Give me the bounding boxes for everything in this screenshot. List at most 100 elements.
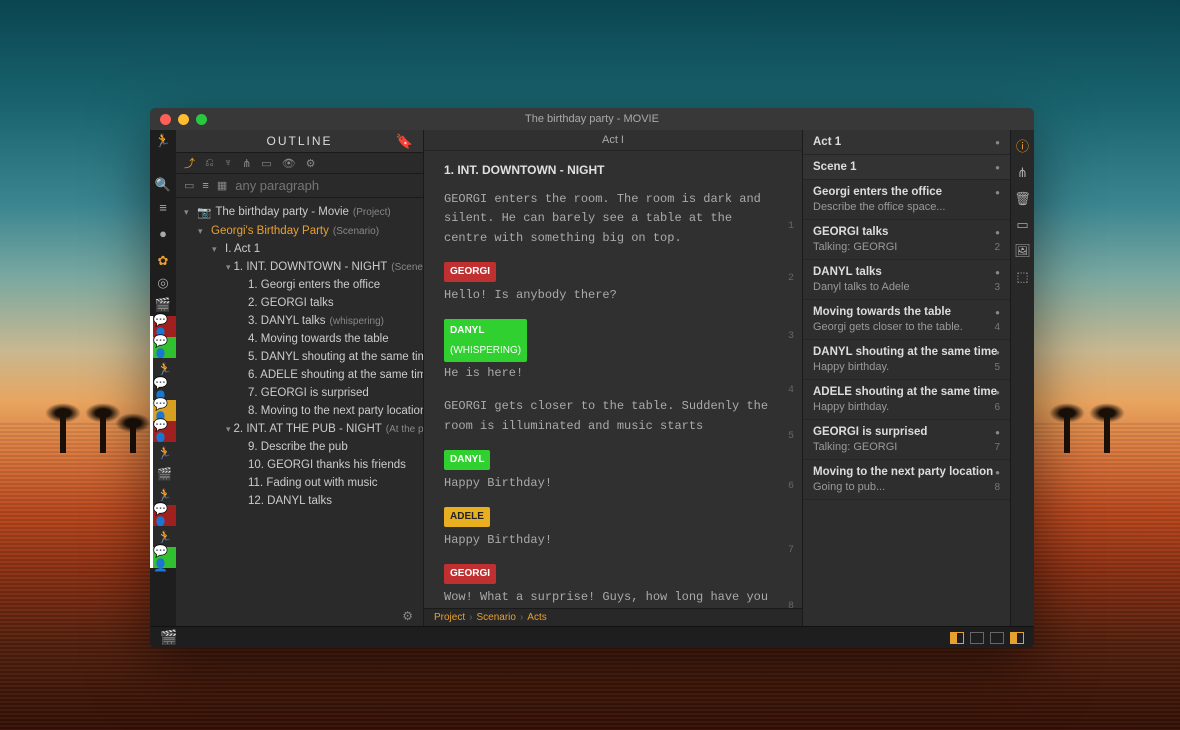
layout-center-icon[interactable] [970, 632, 984, 644]
tree-item[interactable]: 3. DANYL talks(whispering) [176, 312, 423, 330]
beat-item[interactable]: ADELE shouting at the same timeHappy bir… [803, 380, 1010, 420]
tree-item[interactable]: 8. Moving to the next party location [176, 402, 423, 420]
panel-act-header[interactable]: Act 1● [803, 130, 1010, 155]
tool-eye-icon[interactable]: 👁 [282, 157, 296, 170]
beat-num: 7 [994, 442, 1000, 453]
tool-branch-icon[interactable]: ⎌ [205, 157, 214, 170]
project-icon[interactable]: 🎬 [160, 629, 177, 646]
search-icon[interactable]: 🔍 [150, 174, 176, 196]
tool-gear-icon[interactable]: ⚙ [306, 157, 316, 170]
tag-dark-4[interactable]: 🎬 [150, 463, 176, 484]
tree-scene-1[interactable]: ▾ 1. INT. DOWNTOWN - NIGHT (Scene 1) [176, 258, 423, 276]
crumb-item[interactable]: Scenario [476, 612, 515, 623]
share-icon[interactable]: ⋔ [1017, 165, 1028, 181]
tree-item[interactable]: 12. DANYL talks [176, 492, 423, 510]
search-input[interactable] [235, 178, 415, 193]
beat-desc: Talking: GEORGI [813, 241, 1000, 253]
dialog-block: GEORGI Hello! Is anybody there? 2 [444, 262, 782, 305]
view-grid-icon[interactable]: ▦ [217, 179, 227, 192]
dialog-text: Hello! Is anybody there? [444, 286, 782, 305]
beat-desc: Georgi gets closer to the table. [813, 321, 1000, 333]
tree-project[interactable]: ▾📷 The birthday party - Movie (Project) [176, 202, 423, 222]
tag-green-1[interactable]: 💬👤 [150, 337, 176, 358]
note-icon[interactable]: ▭ [1016, 217, 1028, 233]
line-number: 1 [788, 219, 794, 235]
run-icon[interactable]: 🏃 [150, 130, 176, 152]
beat-desc: Happy birthday. [813, 401, 1000, 413]
beat-item[interactable]: GEORGI talksTalking: GEORGI●2 [803, 220, 1010, 260]
trash-icon[interactable]: 🗑 [1014, 191, 1031, 207]
tree-item[interactable]: 5. DANYL shouting at the same time [176, 348, 423, 366]
line-number: 7 [788, 543, 794, 559]
tree-label: 11. Fading out with music [248, 477, 378, 489]
panel-title: Scene 1 [813, 161, 856, 173]
layout-bottom-icon[interactable] [990, 632, 1004, 644]
blank-icon[interactable] [150, 152, 176, 174]
view-list-icon[interactable]: ≡ [202, 180, 208, 192]
sliders-icon[interactable]: ⚙ [402, 609, 413, 623]
beat-item[interactable]: DANYL talksDanyl talks to Adele●3 [803, 260, 1010, 300]
tree-item[interactable]: 9. Describe the pub [176, 438, 423, 456]
tool-share-icon[interactable]: ⋔ [242, 157, 251, 170]
gear-icon[interactable]: ✿ [150, 250, 176, 272]
badge-icon[interactable]: ⬚ [1016, 269, 1028, 285]
character-tag: DANYL [444, 450, 490, 470]
bookmark-icon[interactable]: 🔖 [396, 133, 415, 150]
info-icon[interactable]: ⓘ [1016, 136, 1029, 155]
tree-item[interactable]: 6. ADELE shouting at the same time [176, 366, 423, 384]
layout-right-icon[interactable] [1010, 632, 1024, 644]
tree-tag: (At the pub) [386, 424, 423, 435]
beat-title: Moving to the next party location [813, 466, 1000, 478]
titlebar[interactable]: The birthday party - MOVIE [150, 108, 1034, 130]
status-bar: 🎬 [150, 626, 1034, 648]
action-text: GEORGI enters the room. The room is dark… [444, 192, 761, 244]
tree-item[interactable]: 2. GEORGI talks [176, 294, 423, 312]
beats-panel: Act 1● Scene 1● Georgi enters the office… [802, 130, 1010, 626]
target-icon[interactable]: ◎ [150, 272, 176, 294]
view-mode-icon[interactable]: ▭ [184, 179, 194, 192]
tool-layers-icon[interactable]: ▭ [261, 157, 271, 170]
beat-title: GEORGI is surprised [813, 426, 1000, 438]
tree-label: 1. Georgi enters the office [248, 279, 380, 291]
beat-item[interactable]: Georgi enters the officeDescribe the off… [803, 180, 1010, 220]
outline-footer: ⚙ [176, 606, 423, 626]
panel-title: Act 1 [813, 136, 841, 148]
beat-num: 8 [994, 482, 1000, 493]
tag-green-2[interactable]: 💬👤 [150, 547, 176, 568]
tree-item[interactable]: 1. Georgi enters the office [176, 276, 423, 294]
crumb-item[interactable]: Acts [527, 612, 546, 623]
line-number: 2 [788, 271, 794, 287]
tag-red-3[interactable]: 💬👤 [150, 505, 176, 526]
outline-title: OUTLINE [266, 134, 332, 148]
tree-item[interactable]: 11. Fading out with music [176, 474, 423, 492]
tool-expand-icon[interactable]: ⤴ [184, 155, 195, 171]
beat-num: 3 [994, 282, 1000, 293]
tree-item[interactable]: 7. GEORGI is surprised [176, 384, 423, 402]
layout-left-icon[interactable] [950, 632, 964, 644]
editor-body[interactable]: 1. INT. DOWNTOWN - NIGHT GEORGI enters t… [424, 151, 802, 608]
tool-tree-icon[interactable]: ♆ [224, 157, 232, 169]
beat-item[interactable]: GEORGI is surprisedTalking: GEORGI●7 [803, 420, 1010, 460]
breadcrumb: Project› Scenario› Acts [424, 608, 802, 626]
tree-item[interactable]: 4. Moving towards the table [176, 330, 423, 348]
dot-icon[interactable]: ● [150, 222, 176, 244]
panel-scene-header[interactable]: Scene 1● [803, 155, 1010, 180]
beat-title: DANYL shouting at the same time [813, 346, 1000, 358]
tree-label: 9. Describe the pub [248, 441, 348, 453]
tag-red-2[interactable]: 💬👤 [150, 421, 176, 442]
tree-act[interactable]: ▾ I. Act 1 [176, 240, 423, 258]
beat-item[interactable]: Moving towards the tableGeorgi gets clos… [803, 300, 1010, 340]
tree-label: 7. GEORGI is surprised [248, 387, 369, 399]
tree-scene-2[interactable]: ▾ 2. INT. AT THE PUB - NIGHT (At the pub… [176, 420, 423, 438]
list-icon[interactable]: ≡ [150, 196, 176, 218]
dialog-block: ADELE Happy Birthday! 6 [444, 507, 782, 550]
tag-dark-3[interactable]: 🏃 [150, 442, 176, 463]
crumb-item[interactable]: Project [434, 612, 465, 623]
beat-item[interactable]: DANYL shouting at the same timeHappy bir… [803, 340, 1010, 380]
tree-label: 2. GEORGI talks [248, 297, 334, 309]
beat-item[interactable]: Moving to the next party locationGoing t… [803, 460, 1010, 500]
image-icon[interactable]: 🖼 [1014, 243, 1031, 259]
tree-item[interactable]: 10. GEORGI thanks his friends [176, 456, 423, 474]
tree-scenario[interactable]: ▾ Georgi's Birthday Party (Scenario) [176, 222, 423, 240]
tree-label: 2. INT. AT THE PUB - NIGHT [234, 423, 382, 435]
